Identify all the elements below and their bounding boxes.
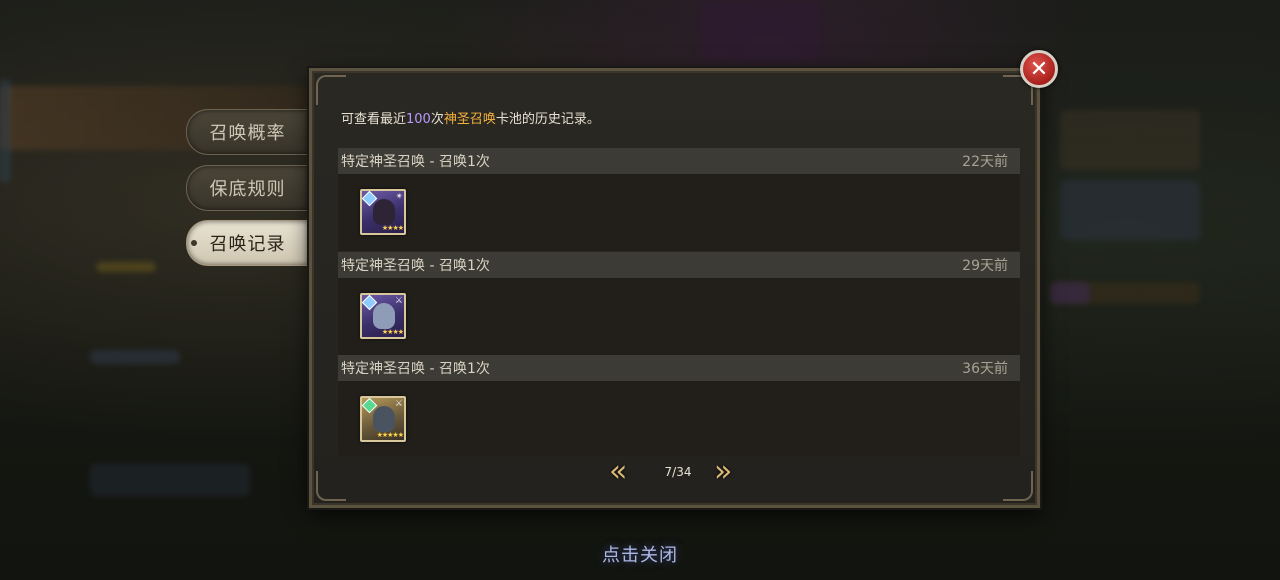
entry-title: 特定神圣召唤 - 召唤1次 bbox=[341, 361, 490, 377]
double-chevron-right-icon[interactable]: » bbox=[714, 457, 732, 487]
class-icon: ⚔ bbox=[394, 399, 403, 409]
intro-prefix: 可查看最近 bbox=[341, 112, 407, 127]
tab-pity-rules[interactable]: 保底规则 bbox=[186, 165, 308, 211]
active-indicator bbox=[191, 240, 197, 246]
bg-blur bbox=[90, 464, 250, 496]
hero-face bbox=[373, 302, 395, 329]
tab-label: 保底规则 bbox=[209, 179, 286, 200]
bg-blur bbox=[700, 0, 820, 60]
list-item: 特定神圣召唤 - 召唤1次 22天前 ✴ ★★★★ bbox=[338, 148, 1020, 252]
entry-header: 特定神圣召唤 - 召唤1次 29天前 bbox=[338, 251, 1020, 278]
hero-portrait[interactable]: ⚔ ★★★★ bbox=[360, 292, 406, 339]
history-list[interactable]: 特定神圣召唤 - 召唤1次 22天前 ✴ ★★★★ 特定神圣召唤 - 召唤1次 … bbox=[338, 148, 1020, 456]
class-icon: ⚔ bbox=[394, 295, 403, 306]
list-item: 特定神圣召唤 - 召唤1次 36天前 ⚔ ★★★★★ bbox=[338, 355, 1020, 456]
double-chevron-left-icon[interactable]: « bbox=[609, 457, 627, 487]
bg-blur bbox=[1050, 282, 1090, 304]
hero-face bbox=[373, 199, 395, 225]
intro-mid: 次 bbox=[430, 112, 444, 127]
pagination: « 7/34 » bbox=[312, 457, 1037, 487]
summon-history-panel: 可查看最近100次神圣召唤卡池的历史记录。 特定神圣召唤 - 召唤1次 22天前… bbox=[309, 68, 1040, 508]
list-item: 特定神圣召唤 - 召唤1次 29天前 ⚔ ★★★★ bbox=[338, 251, 1020, 356]
entry-body: ⚔ ★★★★★ bbox=[338, 381, 1020, 456]
panel-corner-ornament bbox=[316, 75, 346, 105]
bg-blur bbox=[96, 262, 156, 272]
page-indicator: 7/34 bbox=[664, 465, 692, 479]
history-description: 可查看最近100次神圣召唤卡池的历史记录。 bbox=[341, 108, 600, 127]
close-button[interactable]: ✕ bbox=[1020, 50, 1058, 88]
close-icon: ✕ bbox=[1029, 56, 1049, 82]
entry-body: ✴ ★★★★ bbox=[338, 174, 1020, 251]
entry-time: 29天前 bbox=[962, 257, 1008, 274]
bg-blur bbox=[90, 350, 180, 364]
hero-portrait[interactable]: ⚔ ★★★★★ bbox=[360, 396, 406, 442]
star-rating: ★★★★★ bbox=[376, 431, 404, 439]
bg-blur bbox=[0, 80, 10, 182]
intro-suffix: 卡池的历史记录。 bbox=[495, 112, 600, 127]
class-icon: ✴ bbox=[395, 192, 403, 202]
intro-count: 100 bbox=[406, 112, 431, 127]
entry-time: 22天前 bbox=[962, 154, 1008, 170]
entry-title: 特定神圣召唤 - 召唤1次 bbox=[341, 154, 490, 170]
entry-header: 特定神圣召唤 - 召唤1次 36天前 bbox=[338, 355, 1020, 381]
entry-header: 特定神圣召唤 - 召唤1次 22天前 bbox=[338, 148, 1020, 174]
tap-to-close-hint[interactable]: 点击关闭 bbox=[0, 541, 1280, 567]
hero-portrait[interactable]: ✴ ★★★★ bbox=[360, 189, 406, 235]
tab-summon-rates[interactable]: 召唤概率 bbox=[186, 109, 308, 155]
intro-pool-name: 神圣召唤 bbox=[443, 112, 496, 127]
tab-summon-history[interactable]: 召唤记录 bbox=[186, 220, 308, 266]
tab-label: 召唤概率 bbox=[209, 123, 286, 144]
tab-label: 召唤记录 bbox=[209, 234, 286, 255]
entry-time: 36天前 bbox=[962, 361, 1008, 377]
bg-blur bbox=[1060, 180, 1200, 240]
star-rating: ★★★★ bbox=[381, 224, 404, 232]
bg-blur bbox=[1060, 110, 1200, 170]
star-rating: ★★★★ bbox=[381, 327, 404, 336]
entry-title: 特定神圣召唤 - 召唤1次 bbox=[341, 257, 490, 274]
hero-face bbox=[373, 406, 395, 432]
entry-body: ⚔ ★★★★ bbox=[338, 277, 1020, 355]
